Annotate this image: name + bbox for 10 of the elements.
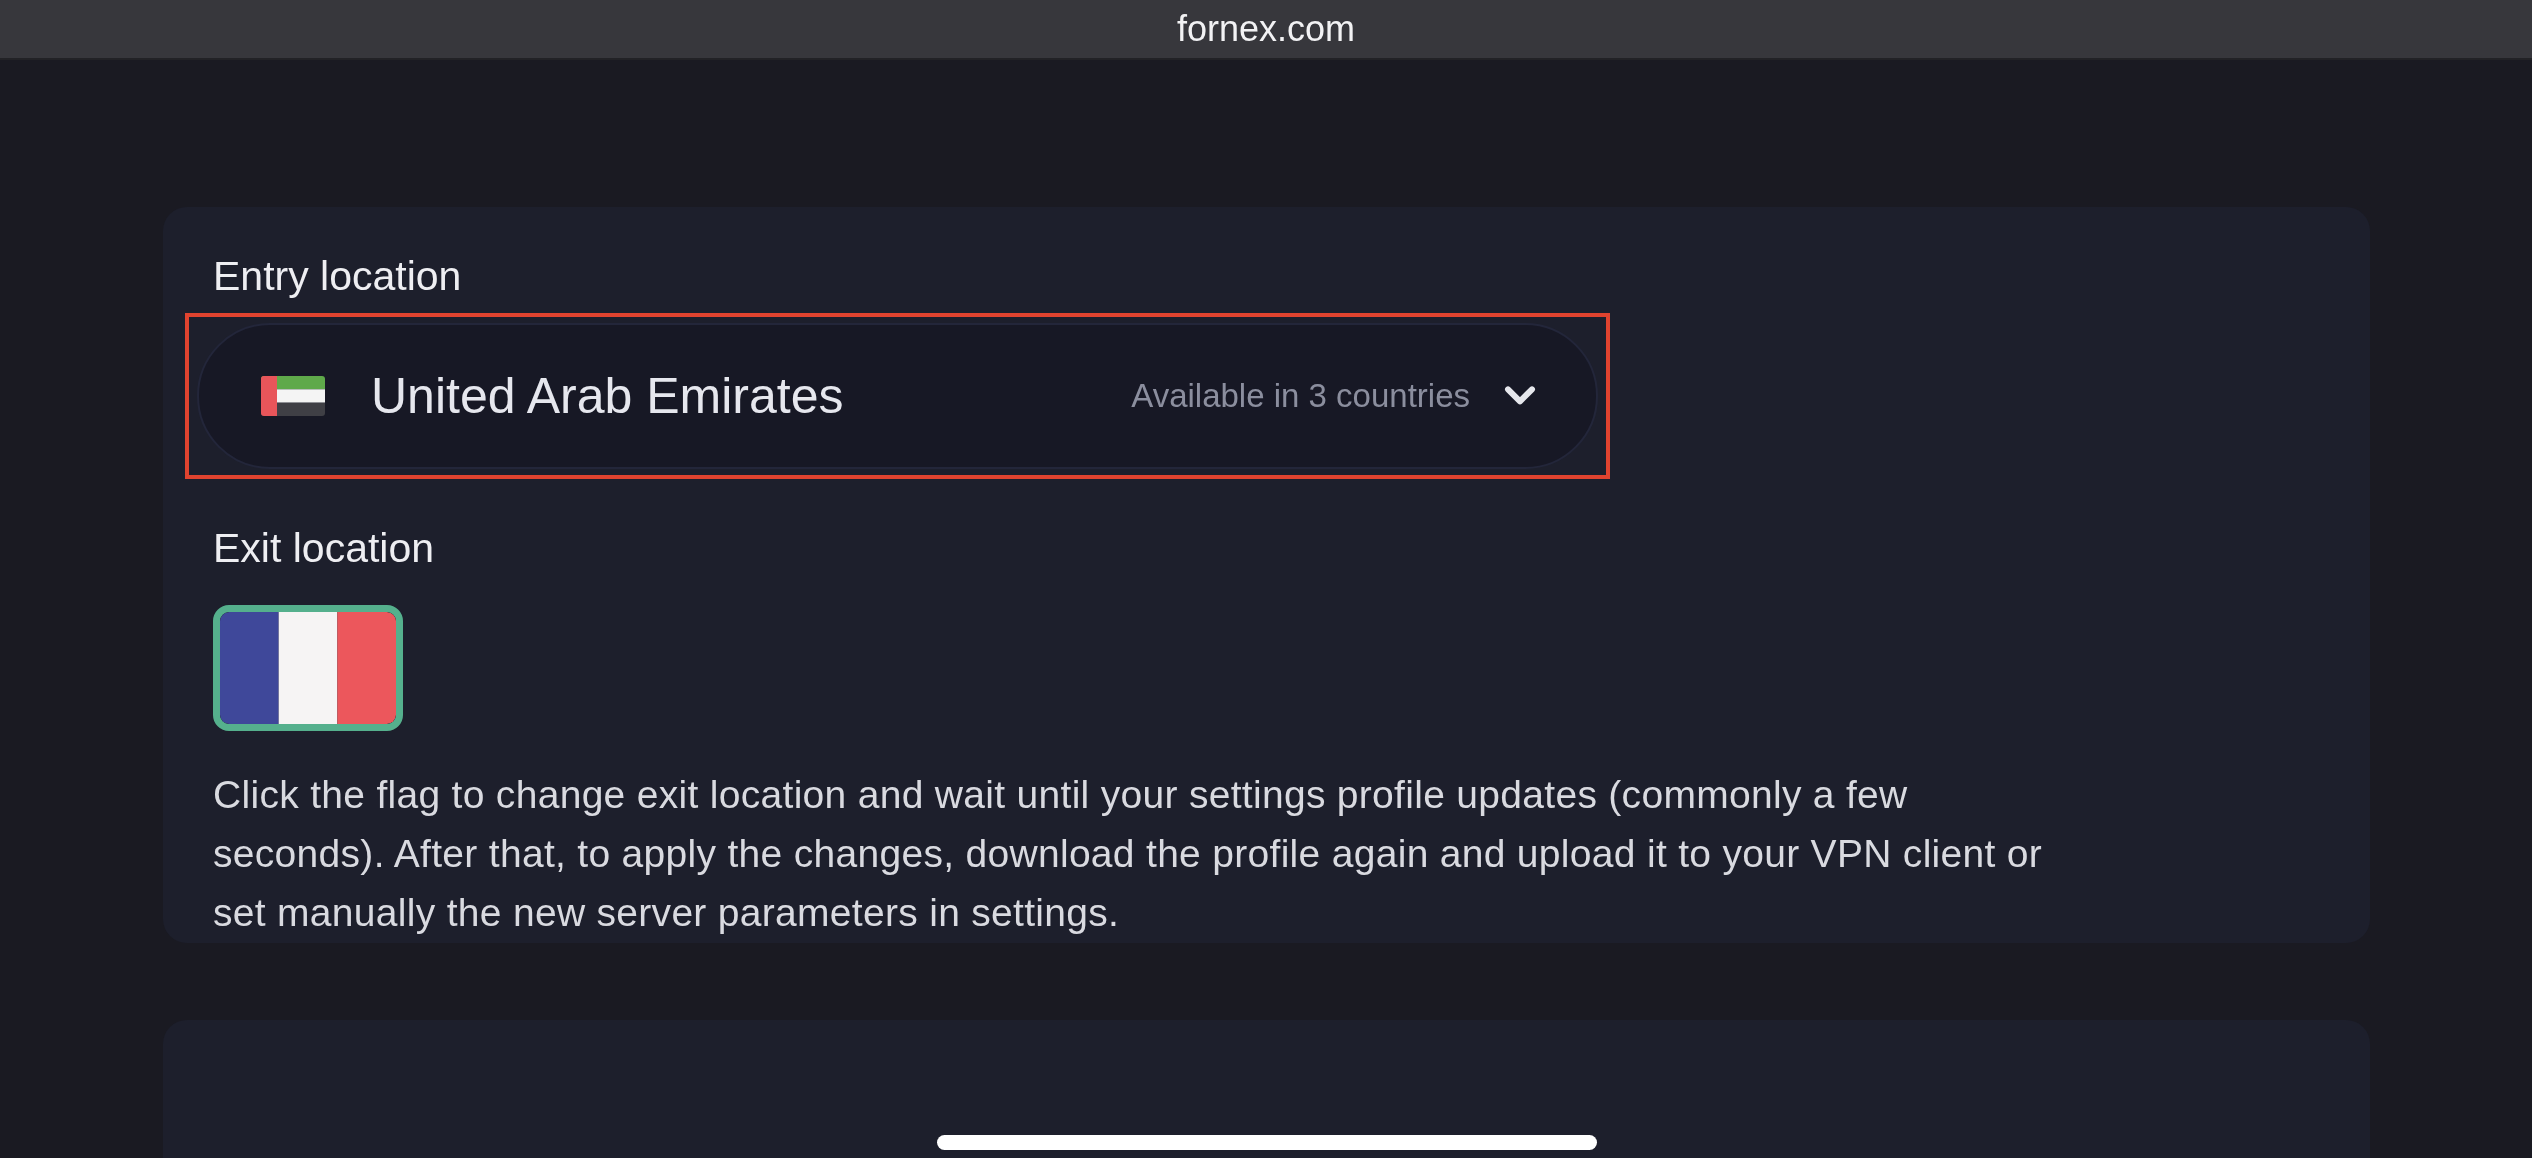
country-select[interactable]: United Arab Emirates Available in 3 countries — [197, 323, 1598, 469]
flag-icon — [261, 376, 325, 416]
country-name: United Arab Emirates — [371, 367, 844, 425]
chevron-down-icon — [1504, 385, 1536, 407]
site-address[interactable]: fornex.com — [1176, 8, 1356, 50]
flag-button[interactable] — [213, 605, 403, 731]
section-label: Exit location — [213, 524, 436, 573]
instructions-text: Click the flag to change exit location and wait until your settings profile updates (commonly a few seconds). After that, to apply the changes, download the profile again and upload it to your VPN client or set manually the new server parameters in settings. — [213, 772, 2044, 936]
section-label: Entry location — [213, 252, 463, 301]
availability-note: Available in 3 countries — [1131, 377, 1470, 415]
